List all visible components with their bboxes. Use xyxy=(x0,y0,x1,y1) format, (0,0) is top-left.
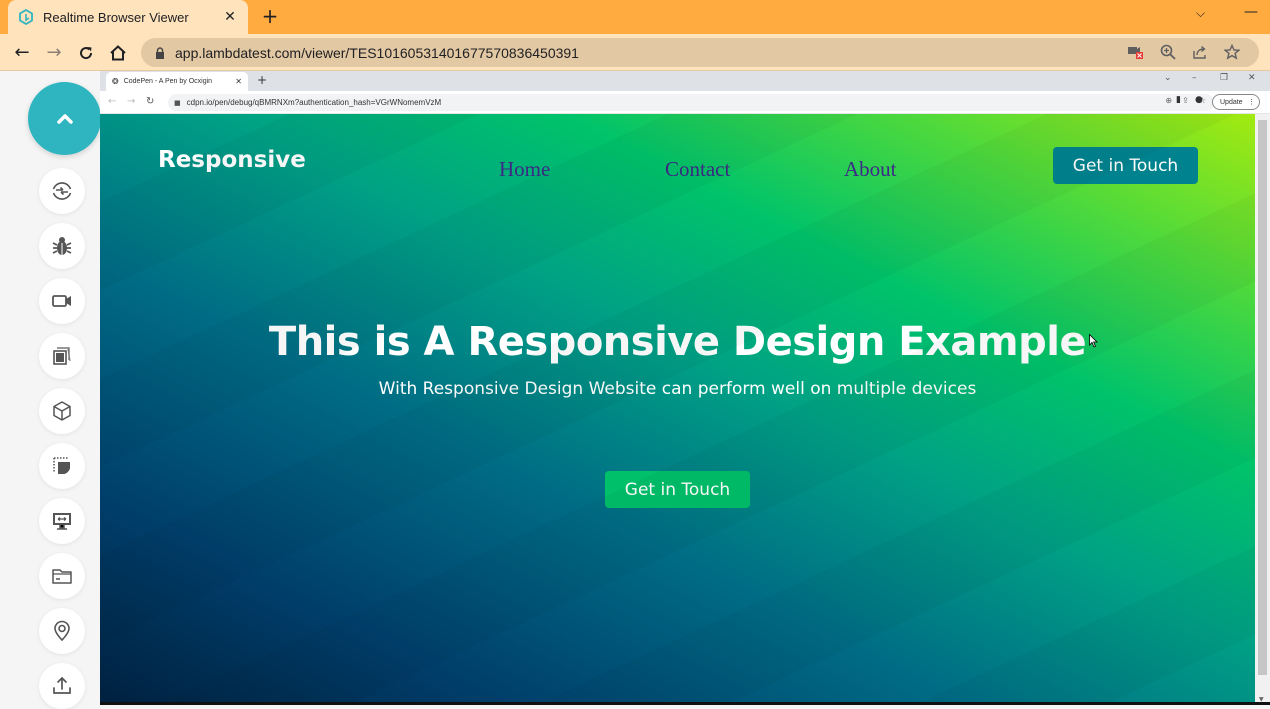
lock-icon xyxy=(156,46,164,59)
side-panel-icon[interactable]: ▮ xyxy=(1176,95,1181,105)
resize-button[interactable] xyxy=(39,443,85,489)
camera-blocked-icon[interactable] xyxy=(1127,43,1145,61)
forward-button[interactable]: → xyxy=(43,42,65,64)
lambdatest-sidebar xyxy=(0,71,101,709)
inner-forward-button[interactable]: → xyxy=(127,96,135,107)
minimize-icon[interactable]: — xyxy=(1244,4,1258,20)
hero-get-in-touch-button[interactable]: Get in Touch xyxy=(605,471,750,508)
page-scrollbar[interactable]: ▼ xyxy=(1255,114,1270,705)
nav-link-about[interactable]: About xyxy=(844,157,897,182)
location-pin-icon xyxy=(54,620,70,642)
bug-report-button[interactable] xyxy=(39,223,85,269)
inner-minimize-icon[interactable]: – xyxy=(1192,73,1197,83)
home-button[interactable] xyxy=(107,42,129,64)
share-icon[interactable] xyxy=(1191,43,1209,61)
inner-tab[interactable]: ❂ CodePen - A Pen by Ocxigin ✕ xyxy=(106,72,248,91)
bookmark-star-icon[interactable] xyxy=(1223,43,1241,61)
update-label: Update xyxy=(1220,98,1243,106)
outer-tab[interactable]: Realtime Browser Viewer ✕ xyxy=(8,0,248,34)
hero-subtitle: With Responsive Design Website can perfo… xyxy=(378,379,977,399)
resolution-button[interactable] xyxy=(39,498,85,544)
inner-tab-search-icon[interactable]: ⌄ xyxy=(1164,73,1172,83)
update-button[interactable]: Update ⋮ xyxy=(1212,94,1260,110)
inner-close-tab-icon[interactable]: ✕ xyxy=(235,77,242,86)
inner-share-icon[interactable]: ⇪ xyxy=(1182,96,1189,105)
close-tab-icon[interactable]: ✕ xyxy=(222,9,238,25)
back-button[interactable]: ← xyxy=(11,42,33,64)
nav-link-home[interactable]: Home xyxy=(499,157,550,182)
inner-restore-icon[interactable]: ❐ xyxy=(1220,73,1228,83)
switch-browser-button[interactable] xyxy=(39,168,85,214)
resize-icon xyxy=(53,457,70,474)
kebab-menu-icon[interactable]: ⋮ xyxy=(1248,98,1255,106)
address-bar[interactable]: app.lambdatest.com/viewer/TES10160531401… xyxy=(141,38,1259,67)
new-tab-button[interactable]: + xyxy=(260,6,280,26)
screenshot-gallery-button[interactable] xyxy=(39,333,85,379)
files-button[interactable] xyxy=(39,553,85,599)
video-camera-icon xyxy=(52,295,71,307)
nav-link-contact[interactable]: Contact xyxy=(665,157,730,182)
outer-tab-bar: Realtime Browser Viewer ✕ + ⌵ — xyxy=(0,0,1270,34)
inner-zoom-icon[interactable]: ⊕ xyxy=(1165,96,1172,105)
inner-tab-bar: ❂ CodePen - A Pen by Ocxigin ✕ + ⌄ – ❐ ✕ xyxy=(100,71,1270,91)
tab-search-icon[interactable]: ⌵ xyxy=(1196,6,1205,21)
inner-new-tab-button[interactable]: + xyxy=(257,73,267,87)
hero-title: This is A Responsive Design Example xyxy=(268,319,1087,365)
site-logo[interactable]: Responsive xyxy=(158,147,306,173)
inner-address-url[interactable]: cdpn.io/pen/debug/qBMRNXm?authentication… xyxy=(187,98,442,107)
lambdatest-logo-icon xyxy=(18,9,34,25)
inner-back-button[interactable]: ← xyxy=(108,96,116,107)
folder-icon xyxy=(52,569,72,584)
record-video-button[interactable] xyxy=(39,278,85,324)
monitor-icon xyxy=(53,513,71,530)
cube-icon xyxy=(53,401,71,421)
inner-toolbar: ← → ↻ ■ cdpn.io/pen/debug/qBMRNXm?authen… xyxy=(100,91,1270,114)
chevron-up-icon xyxy=(56,113,73,124)
remote-browser: ❂ CodePen - A Pen by Ocxigin ✕ + ⌄ – ❐ ✕… xyxy=(100,71,1270,705)
scrollbar-thumb[interactable] xyxy=(1258,120,1267,675)
switch-arrows-icon xyxy=(52,182,72,200)
geolocation-button[interactable] xyxy=(39,608,85,654)
profile-avatar-icon[interactable]: ● xyxy=(1195,95,1203,105)
inner-address-bar[interactable]: ■ cdpn.io/pen/debug/qBMRNXm?authenticati… xyxy=(168,94,1214,111)
inner-lock-icon: ■ xyxy=(174,98,181,107)
address-url[interactable]: app.lambdatest.com/viewer/TES10160531401… xyxy=(175,45,579,61)
page-viewport: Responsive Home Contact About Get in Tou… xyxy=(100,114,1255,705)
upload-icon xyxy=(53,676,71,694)
zoom-icon[interactable] xyxy=(1159,43,1177,61)
outer-toolbar: ← → app.lambdatest.com/viewer/TES1016053… xyxy=(0,34,1270,71)
inner-tab-title: CodePen - A Pen by Ocxigin xyxy=(123,78,213,85)
header-get-in-touch-button[interactable]: Get in Touch xyxy=(1053,147,1198,184)
bug-icon xyxy=(52,237,72,255)
codepen-icon: ❂ xyxy=(112,77,119,86)
reload-button[interactable] xyxy=(75,42,97,64)
inner-close-window-icon[interactable]: ✕ xyxy=(1248,73,1256,83)
inner-reload-button[interactable]: ↻ xyxy=(146,96,154,107)
upload-button[interactable] xyxy=(39,663,85,709)
outer-tab-title: Realtime Browser Viewer xyxy=(43,9,189,25)
3d-box-button[interactable] xyxy=(39,388,85,434)
mouse-cursor-icon xyxy=(1089,334,1098,348)
gallery-icon xyxy=(53,347,71,365)
collapse-toolbar-button[interactable] xyxy=(28,82,101,155)
